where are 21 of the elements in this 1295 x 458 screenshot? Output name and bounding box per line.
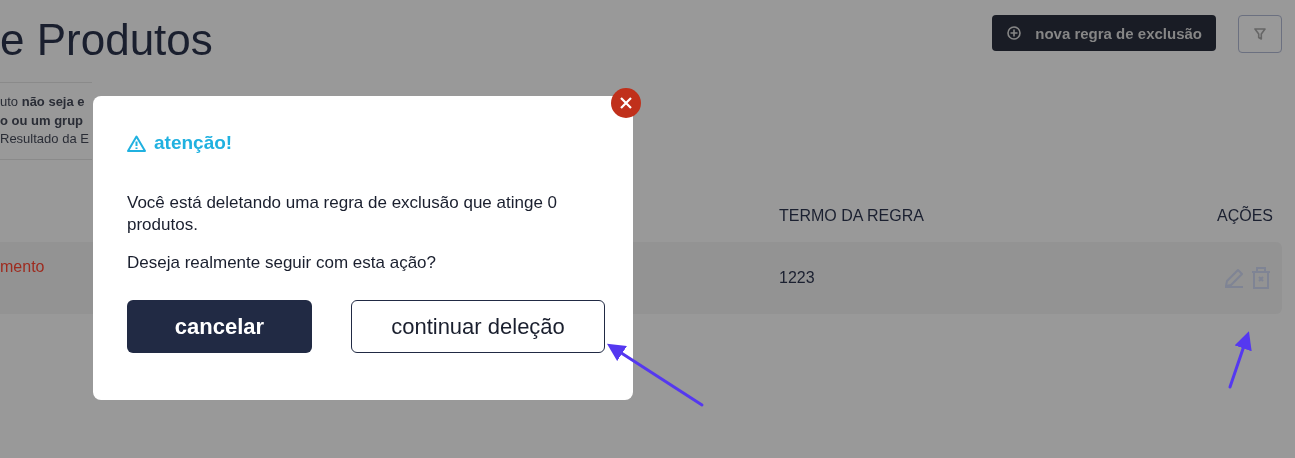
annotation-arrow [1228,331,1252,389]
dialog-title: atenção! [154,132,233,154]
close-icon [620,97,632,109]
warning-icon [127,134,146,152]
filter-icon [1254,28,1266,40]
table-cell: 1223 [779,268,815,286]
filter-button[interactable] [1238,15,1282,53]
confirm-button[interactable]: continuar deleção [351,300,605,353]
close-button[interactable] [611,88,641,118]
dialog-question: Deseja realmente seguir com esta ação? [127,253,437,273]
column-header: TERMO DA REGRA [779,206,924,224]
column-header: AÇÕES [1217,206,1273,225]
plus-circle-icon [1007,26,1022,40]
info-text: Resultado da E [0,130,90,148]
table-cell: mento [0,257,45,275]
dialog-message: Você está deletando uma regra de exclusão que atinge 0 produtos. [127,192,559,236]
info-text: o ou um grup [0,111,85,130]
page-title: e Produtos [0,14,213,66]
cancel-button[interactable]: cancelar [127,300,312,353]
info-text: uto não seja e [0,93,86,111]
new-rule-button[interactable]: nova regra de exclusão [992,15,1216,51]
